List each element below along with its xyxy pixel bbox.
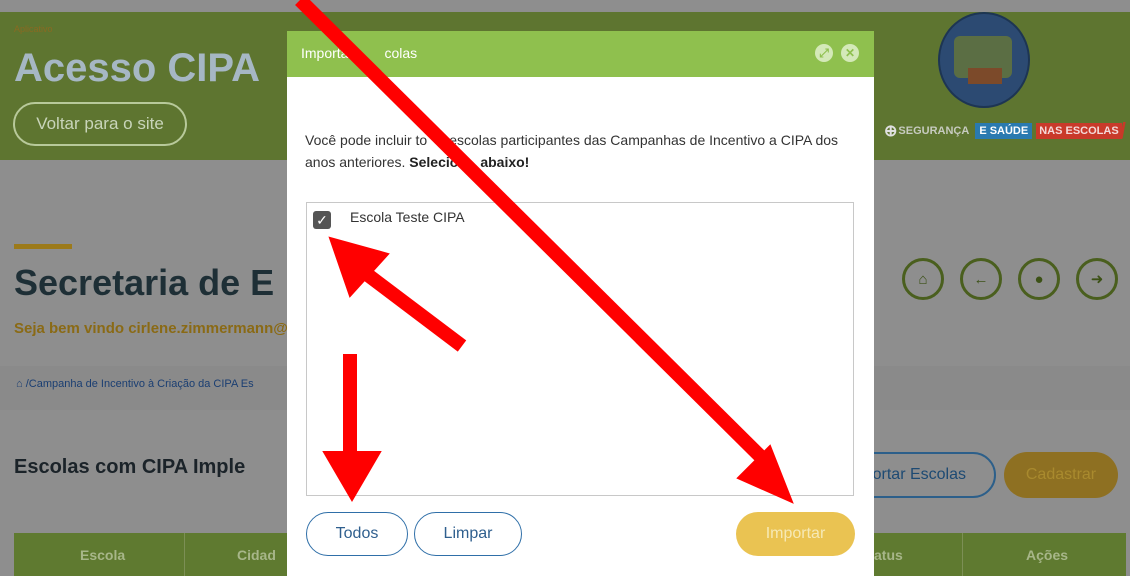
th-escola: Escola <box>80 547 126 563</box>
welcome-text: Seja bem vindo cirlene.zimmermann@ <box>14 320 288 337</box>
modal-title: Importa colas <box>301 45 418 61</box>
import-schools-modal: Importa colas ⤢ ✕ Você pode incluir to esc… <box>287 31 874 576</box>
table-divider <box>962 533 963 576</box>
breadcrumb: ⌂ /Campanha de Incentivo à Criação da CI… <box>16 378 254 390</box>
app-title: Acesso CIPA <box>14 46 261 90</box>
school-list: ✓ Escola Teste CIPA <box>306 202 854 496</box>
school-label[interactable]: Escola Teste CIPA <box>350 209 465 225</box>
user-icon[interactable]: ● <box>1018 258 1060 300</box>
home-icon[interactable]: ⌂ <box>16 378 26 390</box>
nav-round-buttons: ⌂ ← ● ➜ <box>902 258 1118 300</box>
plus-icon: ⊕ <box>884 123 898 140</box>
back-to-site-button[interactable]: Voltar para o site <box>13 102 187 146</box>
clear-button[interactable]: Limpar <box>414 512 522 556</box>
back-arrow-icon[interactable]: ← <box>960 258 1002 300</box>
th-cidade: Cidad <box>237 547 276 563</box>
title-accent-bar <box>14 244 72 249</box>
import-schools-label: ortar Escolas <box>872 466 966 483</box>
breadcrumb-link[interactable]: /Campanha de Incentivo à Criação da CIPA… <box>26 378 254 390</box>
cadastrar-button[interactable]: Cadastrar <box>1004 452 1118 498</box>
modal-instructions: Você pode incluir to escolas participante… <box>305 132 839 170</box>
logout-icon[interactable]: ➜ <box>1076 258 1118 300</box>
section-title: Escolas com CIPA Imple <box>14 456 246 478</box>
th-status: atus <box>874 547 903 563</box>
school-checkbox[interactable]: ✓ <box>313 211 331 229</box>
seguranca-logo: ⊕ SEGURANÇA E SAÚDE NAS ESCOLAS / <box>884 118 1126 143</box>
select-all-button[interactable]: Todos <box>306 512 408 556</box>
expand-icon[interactable]: ⤢ <box>815 44 833 62</box>
page-title: Secretaria de E <box>14 262 275 303</box>
close-icon[interactable]: ✕ <box>841 44 859 62</box>
th-acoes: Ações <box>1026 547 1069 563</box>
modal-header: Importa colas ⤢ ✕ <box>287 31 874 77</box>
table-divider <box>184 533 185 576</box>
header-tag: Aplicativo <box>14 24 53 34</box>
cipa-logo <box>938 12 1030 108</box>
home-icon[interactable]: ⌂ <box>902 258 944 300</box>
import-button[interactable]: Importar <box>736 512 855 556</box>
